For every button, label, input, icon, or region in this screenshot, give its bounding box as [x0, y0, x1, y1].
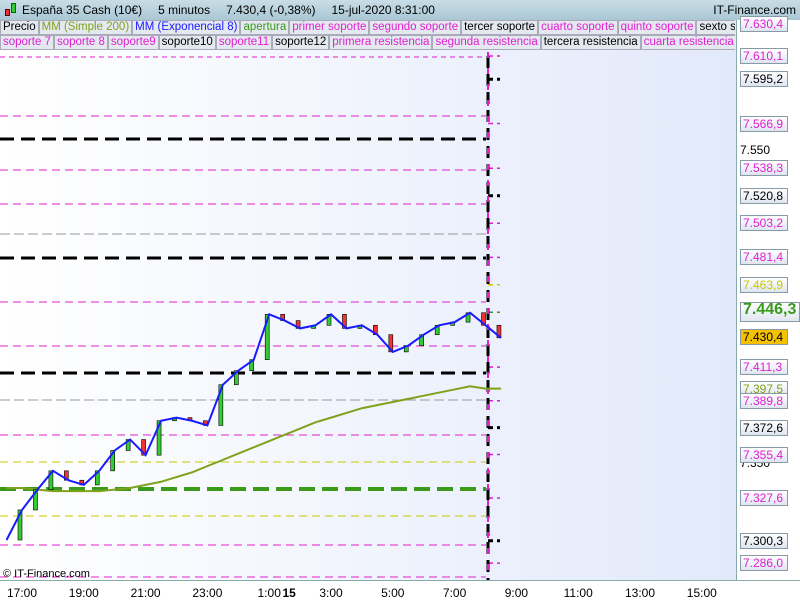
price-axis: 7.550 7.350 7.630,4 7.610,1 7.595,2 7.566,9 7.… — [736, 16, 800, 580]
brand: IT-Finance.com — [713, 3, 796, 17]
x-tick-label: 13:00 — [624, 586, 656, 600]
price-level-label: 7.481,4 — [740, 249, 788, 266]
datetime: 15-jul-2020 8:31:00 — [331, 3, 435, 17]
x-tick-label: 19:00 — [68, 586, 99, 600]
legend-item[interactable]: cuarta resistencia — [640, 35, 735, 50]
time-axis: 17:00 19:00 21:00 23:00 15 1:00 3:00 5:00 7:00 9:… — [0, 580, 800, 600]
legend-item[interactable]: soporte10 — [158, 35, 216, 50]
legend-item[interactable]: primer soporte — [289, 20, 370, 35]
legend-item[interactable]: soporte 8 — [53, 35, 108, 50]
legend-item[interactable]: cuarto soporte — [538, 20, 618, 35]
price-level-label: 7.411,3 — [740, 359, 788, 376]
price-level-label: 7.355,4 — [740, 446, 788, 463]
y-tick-label: 7.550 — [740, 143, 771, 157]
price-level-label: 7.463,9 — [740, 276, 788, 293]
legend-item[interactable]: quinto soporte — [617, 20, 697, 35]
price-level-label: 7.286,0 — [740, 555, 788, 572]
price-level-label: 7.538,3 — [740, 160, 788, 177]
price-level-label: 7.630,4 — [740, 16, 788, 33]
candlestick-icon — [4, 2, 18, 18]
legend-item[interactable]: tercera resistencia — [540, 35, 641, 50]
price-level-label: 7.503,2 — [740, 215, 788, 232]
legend-item[interactable]: segunda resistencia — [432, 35, 541, 50]
price-level-label: 7.300,3 — [740, 532, 788, 549]
legend-item[interactable]: Precio — [0, 20, 39, 35]
x-tick-label: 15 — [282, 586, 296, 600]
legend-item[interactable]: soporte11 — [215, 35, 273, 50]
ma200-line — [6, 385, 501, 493]
price-level-label: 7.610,1 — [740, 47, 788, 64]
legend-item[interactable]: segundo soporte — [369, 20, 462, 35]
price-level-label: 7.595,2 — [740, 71, 788, 88]
price-chart[interactable] — [0, 20, 736, 580]
chart-canvas — [0, 20, 502, 580]
price-level-label: 7.566,9 — [740, 115, 788, 132]
legend-item[interactable]: primera resistencia — [329, 35, 433, 50]
x-tick-label: 21:00 — [130, 586, 161, 600]
copyright: © IT-Finance.com — [3, 568, 90, 580]
legend-item[interactable]: soporte12 — [272, 35, 330, 50]
legend-item[interactable]: sexto soporte — [696, 20, 735, 35]
price-level-label: 7.520,8 — [740, 187, 788, 204]
x-tick-label: 3:00 — [319, 586, 343, 600]
x-tick-label: 1:00 — [257, 586, 281, 600]
legend-item[interactable]: MM (Simple 200) — [38, 20, 133, 35]
legend-row-1: Precio MM (Simple 200) MM (Exponencial 8) a… — [0, 20, 735, 35]
ema8-line — [5, 311, 502, 541]
legend-item[interactable]: tercer soporte — [461, 20, 539, 35]
price-level-label: 7.430,4 — [740, 329, 788, 346]
x-tick-label: 23:00 — [192, 586, 223, 600]
legend-item[interactable]: soporte 7 — [0, 35, 54, 50]
legend-item[interactable]: soporte9 — [107, 35, 159, 50]
price-level-label: 7.327,6 — [740, 490, 788, 507]
price-level-label: 7.389,8 — [740, 392, 788, 409]
x-tick-label: 17:00 — [6, 586, 38, 600]
price-level-label: 7.446,3 — [740, 302, 800, 323]
title-bar: España 35 Cash (10€) 5 minutos 7.430,4 (… — [0, 0, 800, 20]
legend-item[interactable]: MM (Exponencial 8) — [132, 20, 241, 35]
x-tick-label: 9:00 — [504, 586, 529, 600]
price-level-label: 7.372,6 — [740, 419, 788, 436]
x-tick-label: 15:00 — [686, 586, 717, 600]
x-tick-label: 7:00 — [442, 586, 467, 600]
timeframe: 5 minutos — [158, 3, 211, 17]
x-tick-label: 11:00 — [563, 586, 593, 600]
legend-item[interactable]: apertura — [240, 20, 290, 35]
instrument-name: España 35 Cash (10€) — [22, 3, 143, 17]
last-price: 7.430,4 (-0,38%) — [226, 3, 316, 17]
x-tick-label: 5:00 — [381, 586, 405, 600]
legend-row-2: soporte 7 soporte 8 soporte9 soporte10 sopor… — [0, 35, 735, 50]
